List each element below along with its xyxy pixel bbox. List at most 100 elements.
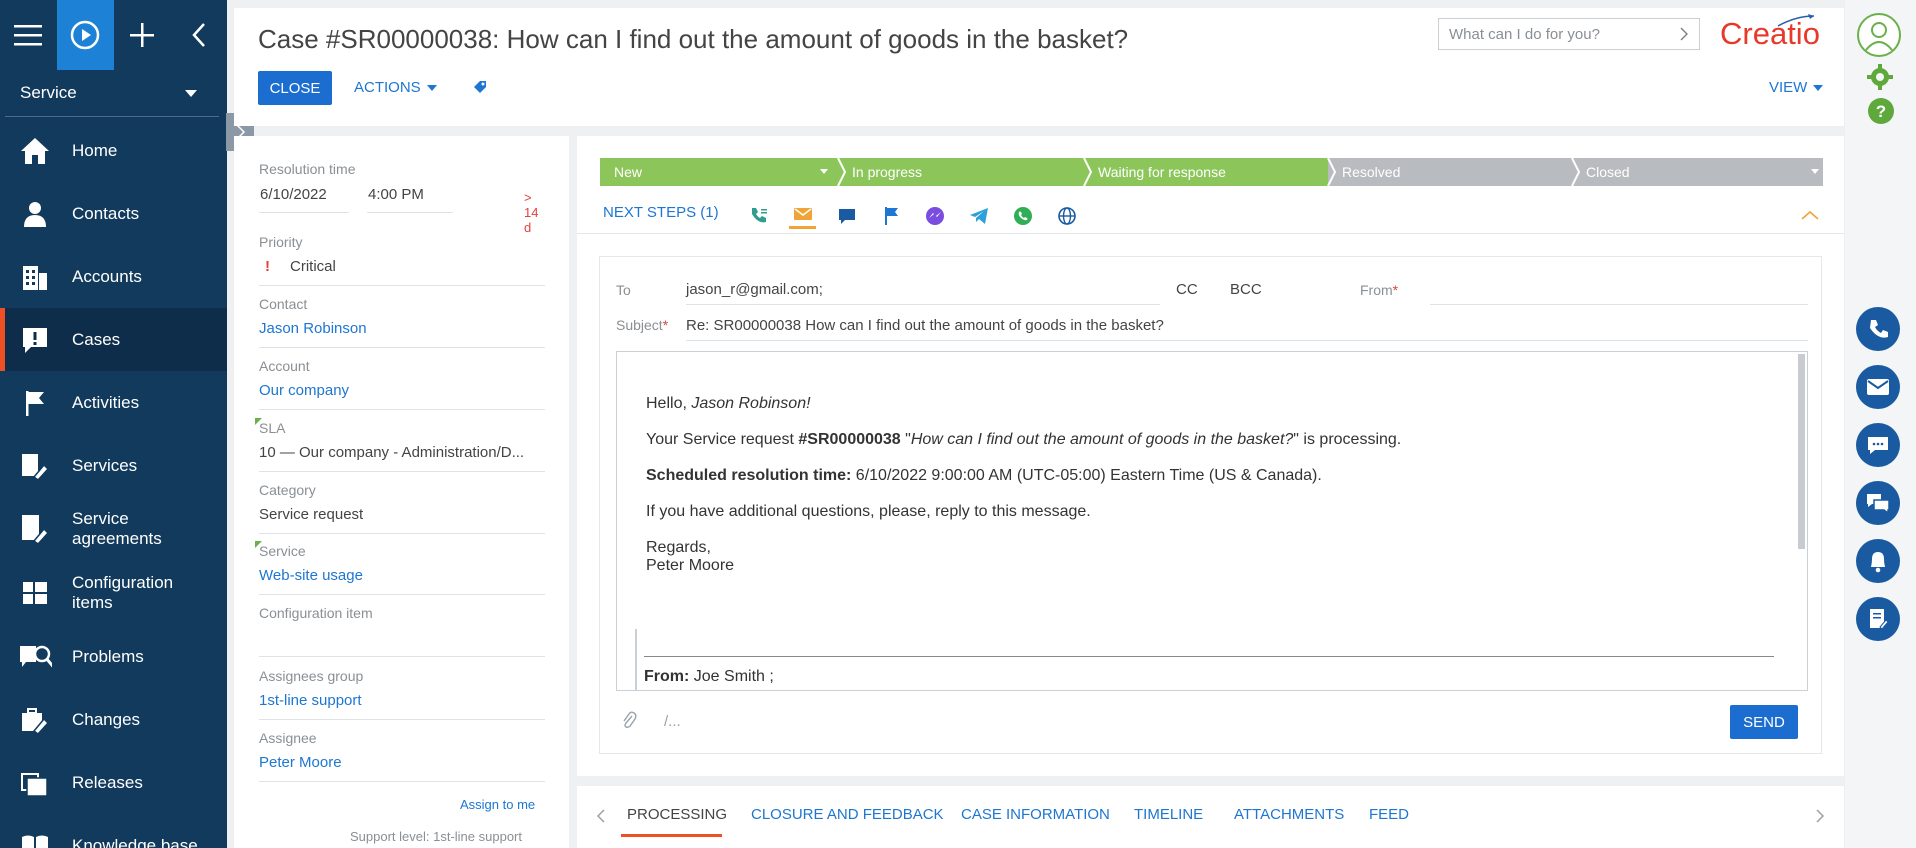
- tabs-scroll-left-icon[interactable]: [596, 808, 606, 824]
- close-button[interactable]: CLOSE: [258, 71, 332, 105]
- tab-closure-and-feedback[interactable]: CLOSURE AND FEEDBACK: [751, 806, 944, 823]
- gear-icon[interactable]: [1866, 63, 1894, 94]
- priority-value[interactable]: ! Critical: [259, 258, 545, 286]
- resolution-time-input[interactable]: 4:00 PM: [368, 186, 424, 203]
- nav-item-activities[interactable]: Activities: [0, 371, 227, 434]
- nav-item-releases[interactable]: Releases: [0, 751, 227, 814]
- editor-scrollbar[interactable]: [1798, 354, 1805, 549]
- category-field[interactable]: Category Service request: [259, 482, 545, 534]
- attach-icon[interactable]: [620, 711, 638, 734]
- main-panel: New In progress Waiting for response Res…: [577, 136, 1844, 776]
- back-chevron-icon[interactable]: [171, 0, 228, 70]
- communication-actions: [745, 202, 1080, 229]
- bcc-button[interactable]: BCC: [1230, 281, 1262, 298]
- overdue-indicator: > 14 d: [524, 190, 539, 235]
- send-button[interactable]: SEND: [1730, 705, 1798, 739]
- assign-to-me-link[interactable]: Assign to me: [460, 797, 535, 812]
- from-input[interactable]: [1430, 304, 1808, 305]
- globe-icon[interactable]: [1053, 202, 1080, 229]
- configuration-item-value[interactable]: [259, 629, 545, 657]
- template-input[interactable]: /...: [664, 713, 681, 730]
- sla-field[interactable]: SLA 10 — Our company - Administration/D.…: [255, 418, 545, 472]
- nav-item-services[interactable]: Services: [0, 434, 227, 497]
- tag-icon[interactable]: [472, 79, 488, 98]
- to-input[interactable]: jason_r@gmail.com;: [686, 281, 823, 298]
- priority-field[interactable]: Priority ! Critical: [259, 234, 545, 286]
- to-label: To: [616, 282, 631, 298]
- nav-item-cases[interactable]: Cases: [0, 308, 227, 371]
- account-field[interactable]: Account Our company: [259, 358, 545, 410]
- person-icon: [18, 197, 52, 231]
- nav-item-service-agreements[interactable]: Service agreements: [0, 497, 227, 561]
- telegram-icon[interactable]: [965, 202, 992, 229]
- divider: [577, 233, 1844, 234]
- view-button[interactable]: VIEW: [1769, 79, 1824, 96]
- messages-icon[interactable]: [1856, 481, 1900, 525]
- quote-from-label: From:: [644, 668, 690, 685]
- assignee-field[interactable]: Assignee Peter Moore: [259, 730, 545, 782]
- nav-item-label: Problems: [72, 646, 144, 666]
- tab-processing[interactable]: PROCESSING: [627, 806, 727, 823]
- next-steps-link[interactable]: NEXT STEPS (1): [603, 204, 719, 221]
- subject-input[interactable]: Re: SR00000038 How can I find out the am…: [686, 317, 1164, 334]
- contact-field[interactable]: Contact Jason Robinson: [259, 296, 545, 348]
- line2-label: Scheduled resolution time:: [646, 467, 852, 484]
- email-action-icon[interactable]: [789, 202, 816, 229]
- email-body-editor[interactable]: Hello, Jason Robinson! Your Service requ…: [616, 351, 1808, 691]
- service-field[interactable]: Service Web-site usage: [255, 541, 545, 595]
- nav-item-accounts[interactable]: Accounts: [0, 245, 227, 308]
- nav-item-contacts[interactable]: Contacts: [0, 182, 227, 245]
- nav-item-changes[interactable]: Changes: [0, 688, 227, 751]
- process-run-icon[interactable]: [56, 0, 114, 70]
- command-search-input[interactable]: What can I do for you?: [1438, 18, 1700, 50]
- email-icon[interactable]: [1856, 365, 1900, 409]
- add-icon[interactable]: [114, 0, 171, 70]
- quote-bar: [635, 629, 637, 690]
- tab-attachments[interactable]: ATTACHMENTS: [1234, 806, 1344, 823]
- chat-action-icon[interactable]: [833, 202, 860, 229]
- from-label-text: From: [1360, 282, 1393, 298]
- agreement-icon: [18, 512, 52, 546]
- help-icon[interactable]: ?: [1867, 97, 1895, 128]
- sla-value[interactable]: 10 — Our company - Administration/D...: [259, 444, 545, 472]
- change-icon: [18, 703, 52, 737]
- resolution-date-input[interactable]: 6/10/2022: [260, 186, 327, 203]
- support-level-text: Support level: 1st-line support: [350, 829, 522, 844]
- category-value[interactable]: Service request: [259, 506, 545, 534]
- nav-item-home[interactable]: Home: [0, 119, 227, 182]
- whatsapp-icon[interactable]: [1009, 202, 1036, 229]
- flag-action-icon[interactable]: [877, 202, 904, 229]
- contact-link[interactable]: Jason Robinson: [259, 320, 545, 348]
- service-link[interactable]: Web-site usage: [259, 567, 545, 595]
- line2-value: 6/10/2022 9:00:00 AM (UTC-05:00) Eastern…: [851, 467, 1322, 484]
- actions-button[interactable]: ACTIONS: [354, 79, 437, 96]
- assignees-group-link[interactable]: 1st-line support: [259, 692, 545, 720]
- chat-icon[interactable]: [1856, 423, 1900, 467]
- nav-item-problems[interactable]: Problems: [0, 625, 227, 688]
- nav-item-knowledge-base[interactable]: Knowledge base: [0, 814, 227, 848]
- account-link[interactable]: Our company: [259, 382, 545, 410]
- menu-icon[interactable]: [0, 0, 57, 70]
- tab-case-information[interactable]: CASE INFORMATION: [961, 806, 1110, 823]
- call-icon[interactable]: [745, 202, 772, 229]
- config-icon: [18, 576, 52, 610]
- chevron-down-icon: [185, 89, 197, 97]
- tab-timeline[interactable]: TIMELINE: [1134, 806, 1203, 823]
- nav-item-configuration-items[interactable]: Configuration items: [0, 561, 227, 625]
- to-underline: [686, 304, 1160, 305]
- document-icon[interactable]: [1856, 597, 1900, 641]
- bell-icon[interactable]: [1856, 539, 1900, 583]
- tab-feed[interactable]: FEED: [1369, 806, 1409, 823]
- configuration-item-field[interactable]: Configuration item: [259, 605, 545, 657]
- line1-text-e: " is processing.: [1293, 431, 1402, 448]
- profile-icon[interactable]: [1856, 12, 1902, 61]
- assignees-group-field[interactable]: Assignees group 1st-line support: [259, 668, 545, 720]
- date-underline: [259, 212, 349, 213]
- messenger-icon[interactable]: [921, 202, 948, 229]
- cc-button[interactable]: CC: [1176, 281, 1198, 298]
- assignee-link[interactable]: Peter Moore: [259, 754, 545, 782]
- workspace-selector[interactable]: Service: [5, 70, 219, 117]
- phone-icon[interactable]: [1856, 307, 1900, 351]
- tabs-scroll-right-icon[interactable]: [1815, 808, 1825, 824]
- collapse-chevron-icon[interactable]: [1801, 210, 1819, 220]
